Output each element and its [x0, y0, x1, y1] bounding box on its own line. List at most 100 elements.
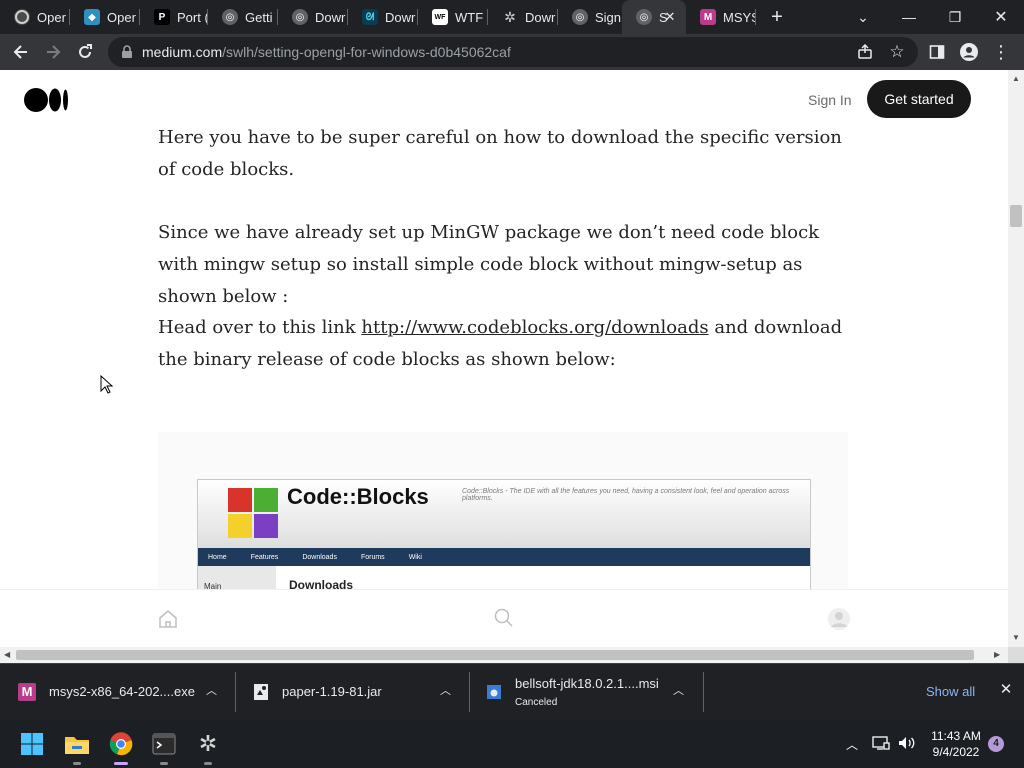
jar-file-icon [252, 683, 270, 701]
url-text[interactable]: medium.com/swlh/setting-opengl-for-windo… [142, 44, 511, 60]
notification-badge[interactable]: 4 [988, 736, 1004, 752]
download-filename: msys2-x86_64-202....exe [49, 684, 195, 699]
codeblocks-banner: Code::Blocks Code::Blocks - The IDE with… [198, 480, 810, 548]
address-bar[interactable]: medium.com/swlh/setting-opengl-for-windo… [108, 37, 918, 67]
download-filename: bellsoft-jdk18.0.2.1....msi [515, 676, 659, 691]
file-explorer-icon[interactable] [61, 728, 93, 760]
vertical-scroll-thumb[interactable] [1010, 205, 1022, 227]
tab-getting[interactable]: ◎ Getti [208, 0, 278, 34]
vertical-scrollbar[interactable] [1008, 70, 1024, 647]
tab-opera-2[interactable]: ◆ Oper [70, 0, 140, 34]
new-tab-plus-icon[interactable]: + [760, 0, 794, 34]
tab-sign[interactable]: ◎ Sign [558, 0, 622, 34]
medium-logo-icon[interactable] [24, 87, 70, 113]
wtf-icon: WF [432, 9, 448, 25]
shield-icon: ◆ [84, 9, 100, 25]
home-icon[interactable] [158, 609, 178, 629]
tab-label: Dowr [525, 9, 556, 25]
cb-nav-downloads: Downloads [302, 553, 337, 561]
mouse-cursor-icon [100, 375, 114, 394]
download-item-msys2[interactable]: M msys2-x86_64-202....exe ︿ [0, 664, 236, 720]
search-icon[interactable] [494, 608, 514, 628]
scroll-down-arrow-icon[interactable]: ▼ [1012, 633, 1020, 642]
clock-date[interactable]: 9/4/2022 [928, 745, 984, 759]
tab-label: Oper [37, 9, 66, 25]
speaker-icon[interactable] [898, 735, 916, 751]
article-paragraph-1: Here you have to be super careful on how… [158, 127, 842, 180]
tab-port[interactable]: P Port ( [140, 0, 208, 34]
download-item-paper[interactable]: paper-1.19-81.jar ︿ [236, 664, 470, 720]
tab-download-3[interactable]: ✲ Dowr [488, 0, 558, 34]
cb-nav-features: Features [250, 553, 279, 561]
chevron-up-icon[interactable]: ︿ [206, 682, 220, 697]
tab-wtf[interactable]: WF WTF [418, 0, 488, 34]
restore-icon[interactable]: ❐ [932, 0, 978, 34]
tab-strip: Oper ◆ Oper P Port ( ◎ Getti ◎ Dowr ᘛ Do… [0, 0, 1024, 34]
tab-label: MSYS [723, 9, 756, 25]
app-gear-icon[interactable]: ✲ [192, 728, 224, 760]
close-window-icon[interactable]: ✕ [978, 0, 1024, 34]
chrome-icon[interactable] [105, 728, 137, 760]
profile-icon[interactable] [954, 37, 984, 67]
scroll-left-arrow-icon[interactable]: ◀ [4, 650, 10, 659]
windows-taskbar: ✲ ︿ 11:43 AM 9/4/2022 4 [0, 719, 1024, 768]
horizontal-scroll-thumb[interactable] [16, 650, 974, 660]
tab-label: Port ( [177, 9, 208, 25]
tab-opera-1[interactable]: Oper [0, 0, 70, 34]
bookmark-star-icon[interactable]: ☆ [882, 37, 912, 67]
tab-msys[interactable]: M MSYS [686, 0, 756, 34]
forward-arrow-icon[interactable] [38, 37, 68, 67]
share-icon[interactable] [850, 37, 880, 67]
lock-icon [122, 45, 132, 58]
tab-close-icon[interactable]: ✕ [662, 9, 678, 25]
ampersand-icon: ᘛ [362, 9, 378, 25]
get-started-button[interactable]: Get started [867, 80, 971, 118]
opera-icon [14, 9, 30, 25]
globe-icon: ◎ [222, 9, 238, 25]
tab-download-2[interactable]: ᘛ Dowr [348, 0, 418, 34]
tab-download-1[interactable]: ◎ Dowr [278, 0, 348, 34]
network-icon[interactable] [872, 735, 890, 751]
msi-file-icon [486, 684, 502, 700]
back-arrow-icon[interactable] [6, 37, 36, 67]
show-all-button[interactable]: Show all [926, 684, 975, 699]
minimize-icon[interactable]: — [886, 0, 932, 34]
sign-in-link[interactable]: Sign In [808, 92, 852, 108]
chevron-up-icon[interactable]: ︿ [673, 682, 687, 697]
codeblocks-title: Code::Blocks [287, 484, 429, 509]
clock-time[interactable]: 11:43 AM [928, 729, 984, 743]
cb-nav-home: Home [208, 553, 227, 561]
gear-icon: ✲ [504, 8, 516, 25]
download-item-bellsoft[interactable]: bellsoft-jdk18.0.2.1....msi Canceled ︿ [470, 664, 704, 720]
close-icon[interactable]: ✕ [998, 682, 1014, 698]
tab-label: WTF [455, 9, 484, 25]
tab-search-chevron-icon[interactable]: ⌄ [840, 0, 886, 34]
msys-icon: M [18, 683, 36, 701]
article-paragraph-2: Since we have already set up MinGW packa… [158, 222, 820, 307]
chevron-up-icon[interactable]: ︿ [440, 682, 454, 697]
tab-label: Sign [595, 9, 622, 25]
globe-icon: ◎ [292, 9, 308, 25]
p-letter-icon: P [154, 9, 170, 25]
download-status: Canceled [515, 697, 558, 708]
msys-icon: M [700, 9, 716, 25]
reload-icon[interactable] [70, 37, 100, 67]
scroll-right-arrow-icon[interactable]: ▶ [994, 650, 1000, 659]
globe-icon: ◎ [572, 9, 588, 25]
medium-header: Sign In Get started [0, 70, 1008, 128]
windows-start-icon[interactable] [16, 728, 48, 760]
codeblocks-download-link[interactable]: http://www.codeblocks.org/downloads [361, 317, 708, 338]
scrollbar-corner [1008, 647, 1024, 663]
terminal-icon[interactable] [148, 728, 180, 760]
user-avatar-icon[interactable] [828, 608, 850, 630]
cb-nav-forums: Forums [360, 553, 385, 561]
tab-active-medium[interactable]: ◎ S ✕ [622, 0, 686, 34]
side-panel-icon[interactable] [922, 37, 952, 67]
codeblocks-nav: Home Features Downloads Forums Wiki [198, 548, 810, 566]
scroll-up-arrow-icon[interactable]: ▲ [1012, 74, 1020, 83]
cb-nav-wiki: Wiki [408, 553, 422, 561]
download-filename: paper-1.19-81.jar [282, 684, 382, 699]
tab-label: Oper [107, 9, 136, 25]
chevron-up-tray-icon[interactable]: ︿ [846, 736, 858, 753]
menu-kebab-icon[interactable]: ⋮ [986, 37, 1016, 67]
